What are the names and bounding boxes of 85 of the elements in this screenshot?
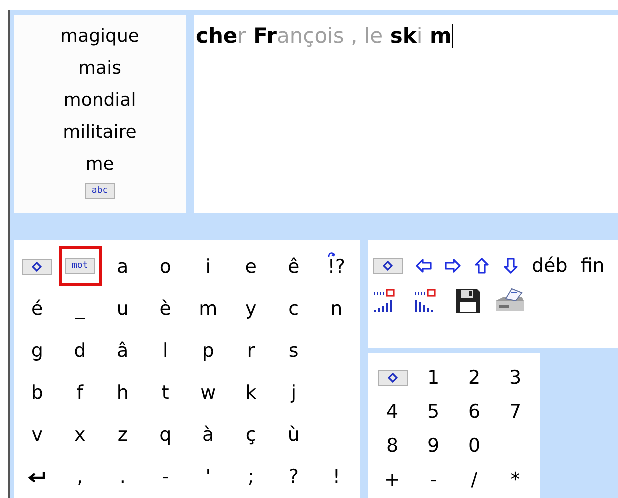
word-mode-button[interactable]: mot <box>58 246 102 286</box>
letter-key[interactable]: e <box>245 252 257 282</box>
letter-key[interactable]: g <box>31 336 44 366</box>
letter-key[interactable]: , <box>77 462 84 492</box>
letter-key[interactable]: b <box>31 378 44 408</box>
editor-text: Fr <box>252 24 277 48</box>
arrow-right-icon[interactable] <box>445 259 461 274</box>
suggestion-item[interactable]: me <box>86 151 114 179</box>
suggestion-item[interactable]: mondial <box>64 87 136 115</box>
enter-key-icon[interactable] <box>28 471 46 483</box>
grid-button[interactable] <box>22 259 52 275</box>
suggestion-item[interactable]: militaire <box>63 119 137 147</box>
letter-key[interactable]: à <box>202 420 214 450</box>
letter-key[interactable]: m <box>199 294 218 324</box>
editor-text: m <box>429 24 452 48</box>
letter-key[interactable]: z <box>118 420 128 450</box>
letter-key[interactable]: d <box>74 336 86 366</box>
editor-text: ançois , le <box>276 24 384 48</box>
letter-key[interactable]: a <box>117 252 129 282</box>
editor-text: che <box>196 24 238 48</box>
letter-key[interactable]: 9 <box>427 432 440 460</box>
letter-key[interactable]: q <box>160 420 172 450</box>
letter-key[interactable]: 6 <box>468 398 481 426</box>
letter-key[interactable]: ? <box>288 462 299 492</box>
letter-key[interactable]: v <box>32 420 43 450</box>
editor-text: r <box>238 24 246 48</box>
suggestion-mode-button[interactable]: abc <box>85 183 115 199</box>
letter-key[interactable]: â <box>117 336 129 366</box>
editor-text: sk <box>389 24 417 48</box>
letter-key[interactable]: ù <box>288 420 300 450</box>
letter-key[interactable]: y <box>246 294 257 324</box>
letter-key[interactable]: n <box>330 294 343 324</box>
letter-key[interactable]: - <box>430 466 437 494</box>
letter-key[interactable]: x <box>74 420 86 450</box>
arrow-left-icon[interactable] <box>416 259 432 274</box>
letter-key[interactable]: * <box>510 466 520 494</box>
letter-key[interactable]: ; <box>248 462 254 492</box>
letter-key[interactable]: 3 <box>509 364 522 392</box>
letter-key[interactable]: ! <box>332 462 340 492</box>
letter-key[interactable]: 5 <box>427 398 440 426</box>
curved-arrow-icon <box>328 250 336 259</box>
letter-key[interactable]: k <box>246 378 257 408</box>
letter-key[interactable]: 2 <box>468 364 481 392</box>
diamond-icon <box>32 262 42 272</box>
letter-key[interactable]: - <box>162 462 170 492</box>
letter-key[interactable]: o <box>160 252 172 282</box>
editor-text: i <box>416 24 423 48</box>
letter-key[interactable]: c <box>288 294 300 324</box>
nav-button[interactable]: déb <box>532 252 568 280</box>
diamond-icon <box>383 261 393 272</box>
letter-key[interactable]: r <box>247 336 256 366</box>
letter-key[interactable]: j <box>291 378 297 408</box>
letter-key[interactable]: _ <box>75 294 85 324</box>
letter-key[interactable]: i <box>206 252 212 282</box>
letter-key[interactable]: é <box>32 294 44 324</box>
letter-key[interactable]: w <box>200 378 216 408</box>
punctuation-key[interactable]: !? <box>328 252 346 282</box>
letter-key[interactable]: u <box>116 294 129 324</box>
letter-key[interactable]: p <box>202 336 214 366</box>
letter-key[interactable]: ' <box>206 462 211 492</box>
diamond-icon <box>388 373 398 383</box>
letter-key[interactable]: 7 <box>509 398 522 426</box>
letter-key[interactable]: l <box>162 336 168 366</box>
letter-key[interactable]: h <box>116 378 129 408</box>
grid-button[interactable] <box>378 370 408 386</box>
suggestion-item[interactable]: mais <box>78 55 122 83</box>
letter-key[interactable]: 1 <box>427 364 440 392</box>
letter-key[interactable]: ê <box>288 252 300 282</box>
letter-key[interactable]: ç <box>246 420 256 450</box>
arrow-down-icon[interactable] <box>504 258 518 274</box>
letter-key[interactable]: f <box>76 378 84 408</box>
grid-button[interactable] <box>373 258 403 274</box>
text-editor[interactable]: cher François , le ski m <box>194 15 618 213</box>
letter-key[interactable]: / <box>471 466 478 494</box>
suggestion-item[interactable]: magique <box>60 23 140 51</box>
arrow-up-icon[interactable] <box>475 258 489 274</box>
letter-key[interactable]: t <box>162 378 170 408</box>
letter-key[interactable]: 0 <box>468 432 481 460</box>
letter-key[interactable]: 8 <box>386 432 399 460</box>
letter-key[interactable]: . <box>120 462 126 492</box>
letter-key[interactable]: 4 <box>386 398 399 426</box>
letter-key[interactable]: + <box>384 466 400 494</box>
letter-key[interactable]: è <box>160 294 172 324</box>
letter-key[interactable]: s <box>288 336 299 366</box>
nav-button[interactable]: fin <box>580 252 605 280</box>
